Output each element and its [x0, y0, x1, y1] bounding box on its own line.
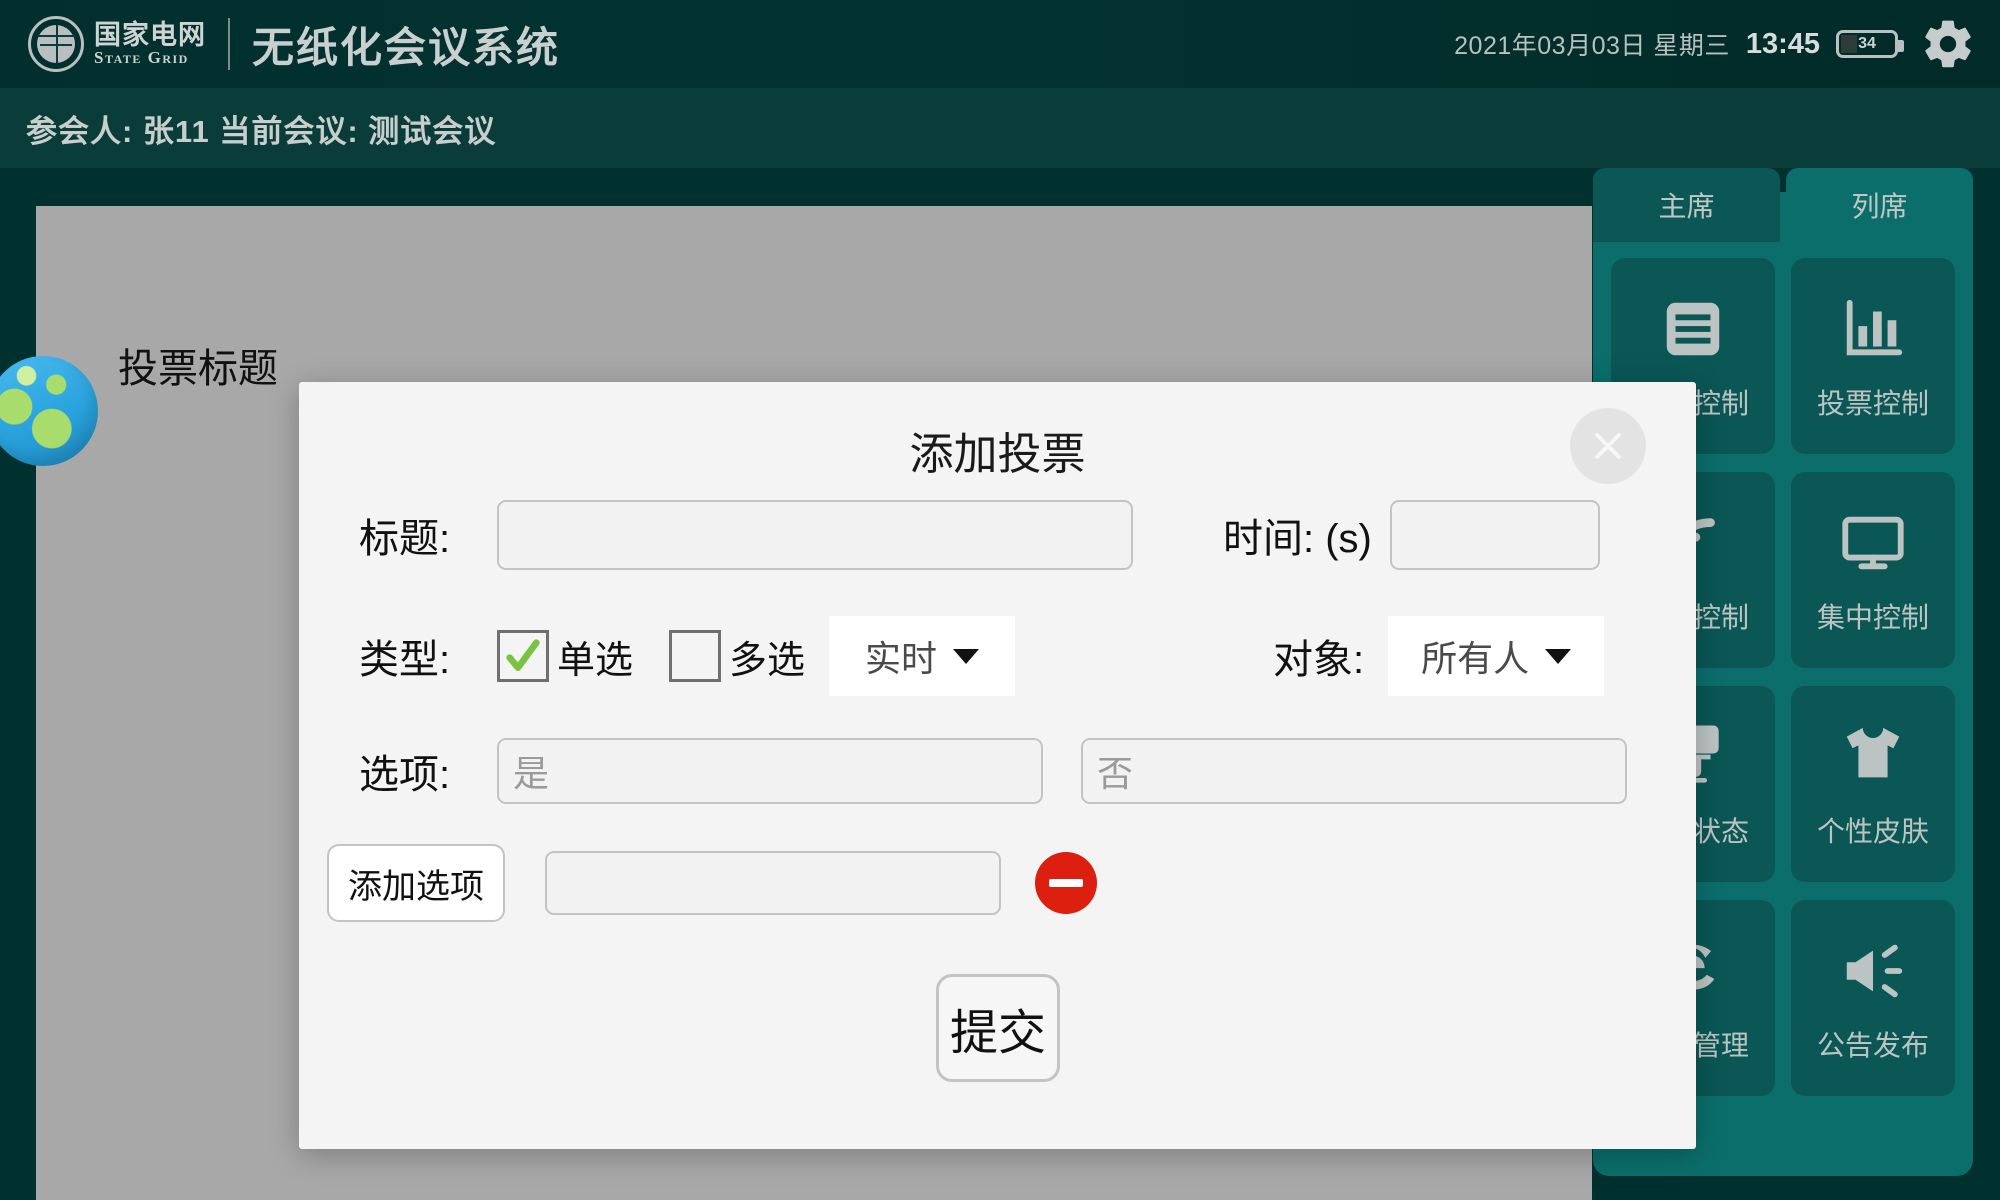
modal-overlay: 添加投票 标题: 时间: (s) 类型: 单选 多选 实时 对象: 所有人 选项…	[0, 168, 2000, 1200]
meeting-info-bar: 参会人: 张11 当前会议: 测试会议	[0, 88, 2000, 168]
option-1-input[interactable]: 是	[497, 738, 1043, 804]
add-option-button[interactable]: 添加选项	[327, 844, 505, 922]
type-field-label: 类型:	[359, 638, 451, 682]
state-grid-logo-icon	[28, 16, 84, 72]
dialog-title: 添加投票	[909, 430, 1086, 479]
battery-percent: 34	[1858, 35, 1876, 52]
single-choice-checkbox[interactable]	[497, 630, 549, 682]
time-field-label: 时间: (s)	[1223, 517, 1372, 561]
clock-display: 13:45	[1745, 27, 1820, 60]
row-add-option: 添加选项	[327, 844, 1327, 922]
brand-name-cn: 国家电网	[94, 19, 206, 50]
options-field-label: 选项:	[359, 753, 451, 797]
top-bar-right: 2021年03月03日 星期三 13:45 34	[1454, 16, 2000, 72]
gear-icon[interactable]	[1920, 16, 1976, 72]
mode-dropdown-value: 实时	[865, 638, 938, 679]
option-2-input[interactable]: 否	[1081, 738, 1627, 804]
close-icon[interactable]	[1570, 408, 1646, 484]
single-choice-label: 单选	[557, 639, 634, 682]
content-area: 投票标题 添加投票 主席 列席	[0, 168, 2000, 1200]
minus-circle-icon[interactable]	[1035, 852, 1097, 914]
target-dropdown-value: 所有人	[1421, 638, 1530, 679]
add-vote-dialog: 添加投票 标题: 时间: (s) 类型: 单选 多选 实时 对象: 所有人 选项…	[299, 382, 1696, 1149]
row-type-target: 类型: 单选 多选 实时 对象: 所有人	[359, 616, 1639, 696]
screen-root: 国家电网 State Grid 无纸化会议系统 2021年03月03日 星期三 …	[0, 0, 2000, 1200]
title-field-label: 标题:	[359, 517, 451, 561]
row-options: 选项: 是 否	[359, 738, 1659, 804]
battery-indicator: 34	[1836, 30, 1904, 58]
multi-choice-checkbox[interactable]	[669, 630, 722, 682]
date-display: 2021年03月03日 星期三	[1454, 32, 1730, 60]
option-1-placeholder: 是	[513, 753, 550, 794]
top-bar: 国家电网 State Grid 无纸化会议系统 2021年03月03日 星期三 …	[0, 0, 2000, 88]
brand-logo: 国家电网 State Grid 无纸化会议系统	[0, 14, 560, 75]
row-title-time: 标题: 时间: (s)	[359, 500, 1639, 570]
time-input[interactable]	[1389, 500, 1600, 570]
option-2-placeholder: 否	[1097, 753, 1134, 794]
submit-button[interactable]: 提交	[936, 974, 1060, 1082]
target-dropdown[interactable]: 所有人	[1388, 616, 1605, 696]
mode-dropdown[interactable]: 实时	[829, 616, 1016, 696]
brand-wordmark: 国家电网 State Grid	[94, 21, 206, 67]
new-option-input[interactable]	[545, 851, 1001, 915]
brand-name-en: State Grid	[94, 48, 189, 68]
title-input[interactable]	[497, 500, 1133, 570]
check-icon	[506, 639, 540, 671]
target-field-label: 对象:	[1273, 638, 1365, 682]
app-title: 无纸化会议系统	[252, 23, 561, 71]
chevron-down-icon	[953, 648, 980, 664]
chevron-down-icon	[1545, 648, 1572, 664]
meeting-info-text: 参会人: 张11 当前会议: 测试会议	[26, 113, 497, 149]
brand-divider	[228, 18, 230, 70]
multi-choice-label: 多选	[729, 639, 806, 682]
